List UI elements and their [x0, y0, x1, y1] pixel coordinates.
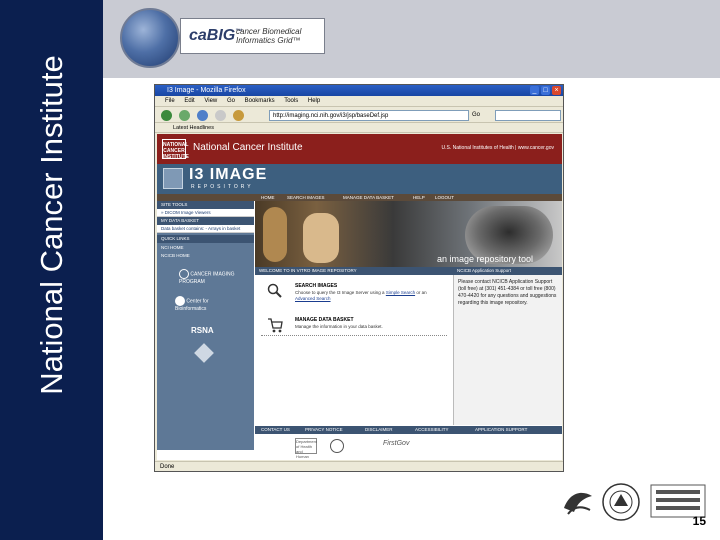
stop-icon[interactable] [215, 110, 226, 121]
maximize-button[interactable]: □ [541, 86, 550, 95]
advanced-search-link[interactable]: Advanced Search [295, 296, 331, 301]
ccb-icon [175, 296, 185, 306]
menu-file[interactable]: File [165, 98, 175, 104]
footer-logos: Department of Health and Human Services … [255, 434, 562, 460]
nci-header: NATIONAL CANCER INSTITUTE National Cance… [157, 134, 562, 164]
cabig-logo: caBIG™ [189, 27, 243, 44]
sidebar-dicom-link[interactable]: » DICOM Image Viewers [157, 209, 254, 217]
nav-search-images[interactable]: SEARCH IMAGES [287, 194, 325, 201]
simple-search-link[interactable]: Simple Search [386, 290, 415, 295]
menu-tools[interactable]: Tools [284, 98, 298, 104]
shopping-cart-icon[interactable] [267, 317, 283, 333]
hero-person-1 [263, 207, 287, 262]
divider [261, 335, 447, 336]
center-bioinformatics-logo[interactable]: Center for Bioinformatics [175, 296, 241, 312]
support-heading: NCICB Application Support [453, 267, 562, 275]
cancer-imaging-program-logo[interactable]: CANCER IMAGING PROGRAM [179, 269, 239, 285]
magnifier-icon[interactable] [267, 283, 283, 299]
bookmark-latest-headlines[interactable]: Latest Headlines [173, 125, 214, 131]
window-title: I3 Image - Mozilla Firefox [167, 87, 246, 94]
hero-person-2 [303, 213, 339, 263]
nih-seal-icon [602, 483, 640, 521]
cabig-logo-box: caBIG™ cancer Biomedical Informatics Gri… [180, 18, 325, 54]
search-input[interactable] [495, 110, 561, 121]
minimize-button[interactable]: _ [530, 86, 539, 95]
manage-basket-text: Manage the information in your data bask… [295, 324, 383, 329]
sidebar-site-tools: SITE TOOLS [157, 201, 254, 209]
cabig-subtitle: cancer Biomedical Informatics Grid™ [236, 27, 302, 45]
nav-home[interactable]: HOME [261, 194, 275, 201]
nci-logo-icon [650, 484, 706, 518]
home-icon[interactable] [233, 110, 244, 121]
search-images-heading[interactable]: SEARCH IMAGES [295, 283, 337, 289]
nci-name: National Cancer Institute [193, 142, 303, 153]
go-button[interactable]: Go [472, 110, 492, 121]
url-input[interactable]: http://imaging.nci.nih.gov/i3/jsp/baseDe… [269, 110, 469, 121]
site-nav: HOME SEARCH IMAGES MANAGE DATA BASKET HE… [157, 194, 562, 201]
i3-banner: I3 IMAGE REPOSITORY [157, 164, 562, 194]
footer-accessibility[interactable]: ACCESSIBILITY [415, 426, 449, 434]
browser-window: I3 Image - Mozilla Firefox _ □ × File Ed… [154, 84, 564, 472]
nci-logo[interactable]: NATIONAL CANCER INSTITUTE [162, 139, 189, 160]
sidebar-quick-links: QUICK LINKS [157, 235, 254, 243]
sidebar: SITE TOOLS » DICOM Image Viewers MY DATA… [157, 201, 254, 450]
sidebar-link-ncicb-home[interactable]: NCICB HOME [161, 252, 190, 260]
forward-icon[interactable] [179, 110, 190, 121]
support-text: Please contact NCICB Application Support… [458, 279, 557, 306]
manage-basket-heading[interactable]: MANAGE DATA BASKET [295, 317, 354, 323]
cip-icon [179, 269, 189, 279]
hhs-eagle-icon [564, 492, 592, 515]
hhs-logo[interactable]: Department of Health and Human Services [295, 438, 317, 460]
footer-disclaimer[interactable]: DISCLAIMER [365, 426, 393, 434]
menu-go[interactable]: Go [227, 98, 235, 104]
hero-image: an image repository tool [255, 201, 562, 267]
menu-help[interactable]: Help [308, 98, 320, 104]
search-images-text: Choose to query the I3 Image Server usin… [295, 290, 427, 301]
menu-bar: File Edit View Go Bookmarks Tools Help [155, 96, 563, 106]
slide: National Cancer Institute caBIG™ cancer … [0, 0, 720, 540]
status-bar: Done [155, 461, 563, 472]
vertical-title: National Cancer Institute [34, 55, 69, 395]
nav-help[interactable]: HELP [413, 194, 425, 201]
bookmarks-toolbar: Latest Headlines [155, 123, 563, 133]
welcome-heading: WELCOME TO IN VITRO IMAGE REPOSITORY [255, 267, 453, 275]
reload-icon[interactable] [197, 110, 208, 121]
nav-manage-data-basket[interactable]: MANAGE DATA BASKET [343, 194, 394, 201]
caduceus-icon [194, 343, 214, 363]
i3-title: I3 IMAGE [189, 166, 268, 183]
menu-bookmarks[interactable]: Bookmarks [245, 98, 275, 104]
close-button[interactable]: × [552, 86, 561, 95]
site-footer: CONTACT US PRIVACY NOTICE DISCLAIMER ACC… [255, 426, 562, 434]
rsna-logo[interactable]: RSNA [191, 327, 214, 335]
hero-tagline: an image repository tool [437, 254, 534, 264]
support-panel: Please contact NCICB Application Support… [453, 275, 562, 425]
footer-contact-us[interactable]: CONTACT US [261, 426, 290, 434]
browser-titlebar: I3 Image - Mozilla Firefox _ □ × [155, 85, 563, 96]
nih-link[interactable]: U.S. National Institutes of Health | www… [442, 145, 554, 151]
menu-edit[interactable]: Edit [184, 98, 194, 104]
web-page: NATIONAL CANCER INSTITUTE National Cance… [157, 134, 562, 460]
navigation-toolbar: http://imaging.nci.nih.gov/i3/jsp/baseDe… [155, 106, 563, 123]
usa-seal-icon[interactable] [330, 439, 344, 453]
sidebar-link-nci-home[interactable]: NCI HOME [161, 244, 184, 252]
sidebar-my-basket: MY DATA BASKET [157, 217, 254, 225]
sidebar-basket-contains: Data basket contains: - Arrays in basket [157, 225, 254, 233]
nav-logout[interactable]: LOGOUT [435, 194, 454, 201]
i3-logo-icon [163, 168, 183, 189]
i3-subtitle: REPOSITORY [191, 184, 254, 190]
welcome-panel: SEARCH IMAGES Choose to query the I3 Ima… [255, 275, 453, 425]
page-number: 15 [692, 514, 706, 528]
footer-application-support[interactable]: APPLICATION SUPPORT [475, 426, 527, 434]
menu-view[interactable]: View [204, 98, 217, 104]
back-icon[interactable] [161, 110, 172, 121]
firstgov-logo[interactable]: FirstGov [383, 440, 409, 447]
footer-privacy-notice[interactable]: PRIVACY NOTICE [305, 426, 343, 434]
left-band: National Cancer Institute [0, 0, 103, 540]
cabig-globe-icon [120, 8, 180, 68]
